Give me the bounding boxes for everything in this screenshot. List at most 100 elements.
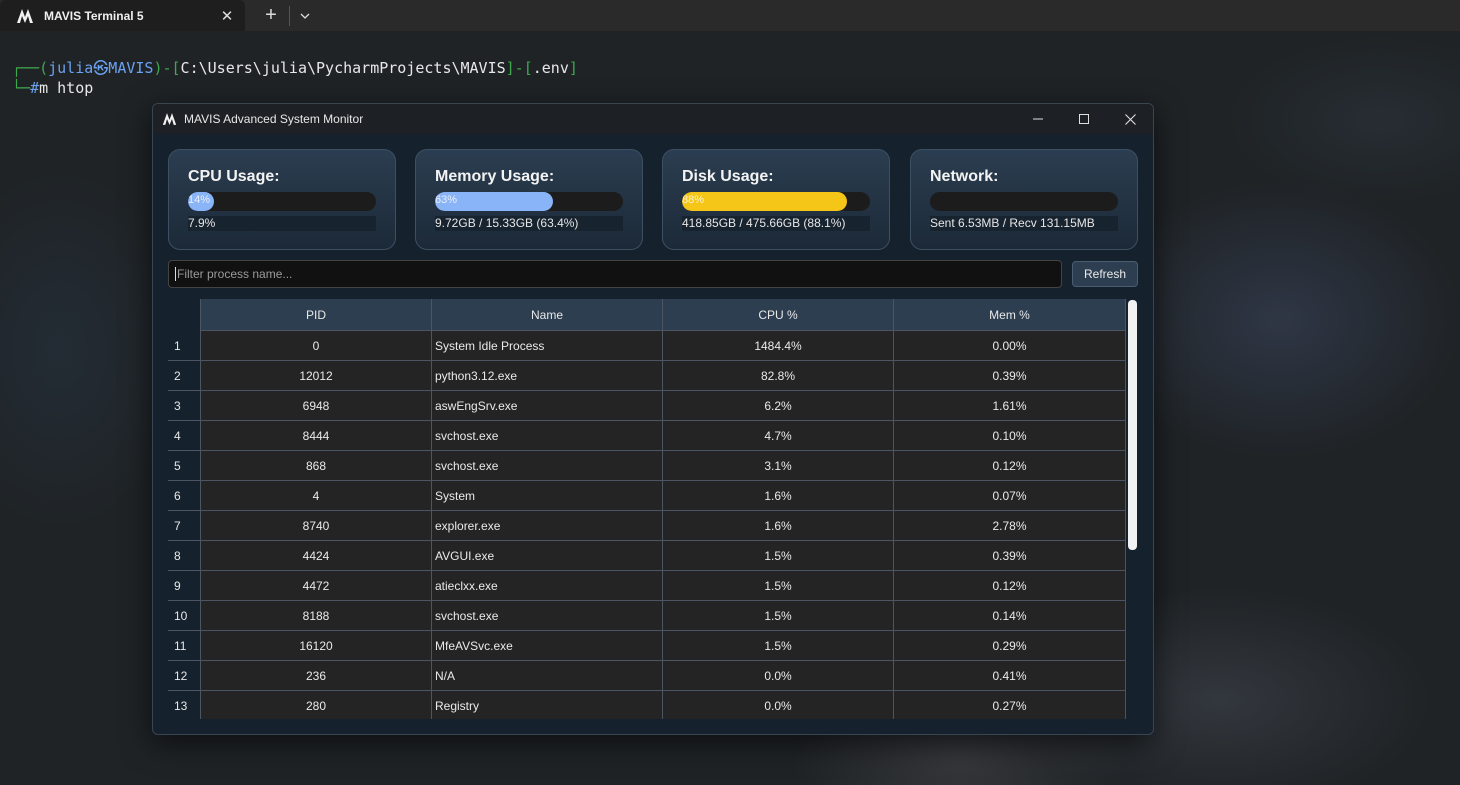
terminal-tab-bar: MAVIS Terminal 5 ✕ + (0, 0, 1460, 31)
prompt-user: julia (48, 59, 94, 77)
network-progress-bar (930, 192, 1118, 211)
row-index: 11 (168, 631, 201, 661)
prompt-host: MAVIS (108, 59, 154, 77)
filter-process-input[interactable] (168, 260, 1062, 288)
maximize-button[interactable] (1061, 104, 1107, 134)
minimize-icon (1033, 118, 1043, 120)
mem-cell: 2.78% (894, 511, 1126, 541)
mem-cell: 0.41% (894, 661, 1126, 691)
maximize-icon (1079, 114, 1089, 124)
table-row[interactable]: 9 4472 atieclxx.exe 1.5% 0.12% (168, 571, 1126, 601)
new-tab-icon[interactable]: + (261, 4, 281, 27)
name-cell: svchost.exe (432, 451, 663, 481)
mem-cell: 0.12% (894, 571, 1126, 601)
memory-card: Memory Usage: 63% 9.72GB / 15.33GB (63.4… (415, 149, 643, 250)
disk-progress-bar: 88% (682, 192, 870, 211)
table-corner[interactable] (168, 299, 201, 331)
command-text: m htop (39, 79, 94, 97)
header-mem[interactable]: Mem % (894, 299, 1126, 331)
text-cursor (175, 267, 176, 281)
row-index: 9 (168, 571, 201, 601)
cpu-progress-bar: 14% (188, 192, 376, 211)
cpu-label: CPU Usage: (188, 168, 280, 185)
cpu-cell: 1.5% (663, 631, 894, 661)
chevron-down-icon[interactable] (298, 9, 312, 23)
mem-cell: 0.07% (894, 481, 1126, 511)
table-row[interactable]: 6 4 System 1.6% 0.07% (168, 481, 1126, 511)
disk-detail: 418.85GB / 475.66GB (88.1%) (682, 216, 870, 231)
table-row[interactable]: 7 8740 explorer.exe 1.6% 2.78% (168, 511, 1126, 541)
table-header-row: PID Name CPU % Mem % (168, 299, 1126, 331)
cpu-cell: 1.5% (663, 571, 894, 601)
pid-cell: 236 (201, 661, 432, 691)
row-index: 6 (168, 481, 201, 511)
cpu-cell: 1484.4% (663, 331, 894, 361)
pid-cell: 8740 (201, 511, 432, 541)
mem-cell: 0.29% (894, 631, 1126, 661)
scrollbar-thumb[interactable] (1128, 300, 1137, 550)
mem-cell: 0.39% (894, 541, 1126, 571)
table-row[interactable]: 1 0 System Idle Process 1484.4% 0.00% (168, 331, 1126, 361)
header-pid[interactable]: PID (201, 299, 432, 331)
table-row[interactable]: 2 12012 python3.12.exe 82.8% 0.39% (168, 361, 1126, 391)
name-cell: explorer.exe (432, 511, 663, 541)
header-cpu[interactable]: CPU % (663, 299, 894, 331)
window-titlebar[interactable]: MAVIS Advanced System Monitor (153, 104, 1153, 134)
table-row[interactable]: 3 6948 aswEngSrv.exe 6.2% 1.61% (168, 391, 1126, 421)
filter-row: Refresh (168, 260, 1138, 288)
process-grid: PID Name CPU % Mem % 1 0 System Idle Proce… (168, 299, 1126, 719)
mem-cell: 0.10% (894, 421, 1126, 451)
cpu-cell: 1.6% (663, 511, 894, 541)
row-index: 1 (168, 331, 201, 361)
row-index: 13 (168, 691, 201, 719)
table-row[interactable]: 11 16120 MfeAVSvc.exe 1.5% 0.29% (168, 631, 1126, 661)
row-index: 3 (168, 391, 201, 421)
row-index: 8 (168, 541, 201, 571)
table-body: 1 0 System Idle Process 1484.4% 0.00% 2 12012 p… (168, 331, 1126, 719)
pid-cell: 4 (201, 481, 432, 511)
table-row[interactable]: 13 280 Registry 0.0% 0.27% (168, 691, 1126, 719)
vertical-scrollbar[interactable] (1128, 299, 1137, 719)
network-card: Network: Sent 6.53MB / Recv 131.15MB (910, 149, 1138, 250)
header-name[interactable]: Name (432, 299, 663, 331)
cpu-cell: 4.7% (663, 421, 894, 451)
name-cell: System Idle Process (432, 331, 663, 361)
pid-cell: 6948 (201, 391, 432, 421)
terminal-tab[interactable]: MAVIS Terminal 5 ✕ (0, 0, 245, 31)
cpu-progress-text: 14% (188, 194, 211, 206)
name-cell: python3.12.exe (432, 361, 663, 391)
name-cell: atieclxx.exe (432, 571, 663, 601)
table-row[interactable]: 12 236 N/A 0.0% 0.41% (168, 661, 1126, 691)
name-cell: System (432, 481, 663, 511)
close-tab-icon[interactable]: ✕ (219, 8, 235, 25)
tab-divider (289, 5, 290, 26)
table-row[interactable]: 4 8444 svchost.exe 4.7% 0.10% (168, 421, 1126, 451)
minimize-button[interactable] (1015, 104, 1061, 134)
table-row[interactable]: 8 4424 AVGUI.exe 1.5% 0.39% (168, 541, 1126, 571)
cpu-cell: 1.5% (663, 601, 894, 631)
mem-cell: 0.27% (894, 691, 1126, 719)
cpu-cell: 0.0% (663, 661, 894, 691)
name-cell: Registry (432, 691, 663, 719)
pid-cell: 12012 (201, 361, 432, 391)
disk-progress-fill (682, 192, 848, 211)
disk-progress-text: 88% (682, 194, 705, 206)
row-index: 12 (168, 661, 201, 691)
network-label: Network: (930, 168, 999, 185)
close-button[interactable] (1107, 104, 1153, 134)
mavis-logo-icon (162, 113, 177, 125)
name-cell: AVGUI.exe (432, 541, 663, 571)
pid-cell: 16120 (201, 631, 432, 661)
name-cell: svchost.exe (432, 601, 663, 631)
refresh-button[interactable]: Refresh (1072, 261, 1138, 287)
cpu-cell: 1.5% (663, 541, 894, 571)
table-row[interactable]: 5 868 svchost.exe 3.1% 0.12% (168, 451, 1126, 481)
cpu-card: CPU Usage: 14% 7.9% (168, 149, 396, 250)
terminal-output: ┌──(julia㉿MAVIS)-[C:\Users\julia\Pycharm… (12, 58, 578, 98)
row-index: 5 (168, 451, 201, 481)
name-cell: aswEngSrv.exe (432, 391, 663, 421)
table-row[interactable]: 10 8188 svchost.exe 1.5% 0.14% (168, 601, 1126, 631)
mem-cell: 0.39% (894, 361, 1126, 391)
memory-detail: 9.72GB / 15.33GB (63.4%) (435, 216, 623, 231)
cpu-detail: 7.9% (188, 216, 376, 231)
